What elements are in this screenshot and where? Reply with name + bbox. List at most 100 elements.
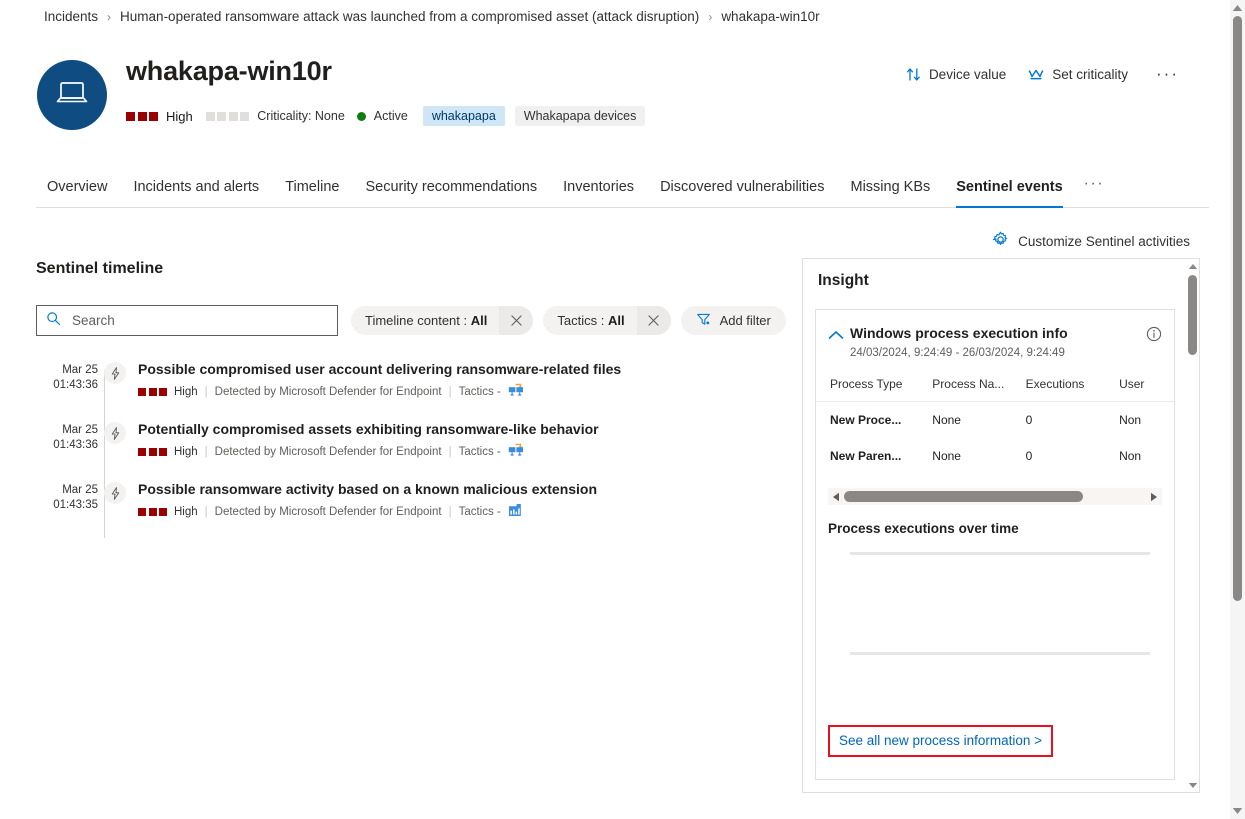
severity-indicator	[138, 507, 167, 516]
timeline-event-row[interactable]: Mar 25 01:43:35 Possible ransomware acti…	[36, 478, 776, 538]
table-horizontal-scrollbar[interactable]	[828, 488, 1162, 505]
lateral-movement-icon[interactable]	[508, 383, 524, 400]
timeline-event-severity: High	[174, 385, 198, 398]
breadcrumb: Incidents › Human-operated ransomware at…	[44, 9, 820, 24]
vscroll-thumb[interactable]	[1188, 275, 1197, 355]
page-scroll-track[interactable]	[1230, 16, 1245, 803]
filter-pill-timeline-content[interactable]: Timeline content : All	[351, 306, 534, 335]
breadcrumb-item-device[interactable]: whakapa-win10r	[721, 9, 819, 24]
timeline-event-body: Possible compromised user account delive…	[132, 358, 621, 418]
set-criticality-button[interactable]: Set criticality	[1028, 67, 1128, 82]
timeline-event-headline[interactable]: Possible compromised user account delive…	[138, 360, 621, 378]
breadcrumb-item-incident[interactable]: Human-operated ransomware attack was lau…	[120, 9, 699, 24]
divider: |	[204, 385, 208, 398]
table-col-user[interactable]: User	[1105, 373, 1174, 402]
timeline-event-timestamp: Mar 25 01:43:36	[53, 364, 98, 391]
search-box[interactable]	[36, 305, 338, 336]
tab-overflow-icon[interactable]: ···	[1084, 175, 1104, 207]
chevron-up-icon[interactable]	[828, 324, 850, 345]
cell-user: Non	[1119, 449, 1142, 463]
timeline-event-tactics-label: Tactics -	[458, 505, 501, 518]
add-filter-label: Add filter	[719, 313, 771, 328]
device-value-button[interactable]: Device value	[906, 67, 1006, 82]
device-page: Incidents › Human-operated ransomware at…	[0, 0, 1245, 819]
table-col-process-name[interactable]: Process Na...	[918, 373, 1012, 402]
caret-down-icon[interactable]	[1232, 803, 1243, 819]
insight-card: Windows process execution info 24/03/202…	[815, 309, 1175, 780]
table-col-process-type[interactable]: Process Type	[816, 373, 919, 402]
close-icon[interactable]	[499, 306, 534, 335]
timeline-event-source: Detected by Microsoft Defender for Endpo…	[214, 385, 442, 398]
lightning-bolt-icon	[104, 422, 126, 444]
timeline-event-timestamp: Mar 25 01:43:36	[53, 424, 98, 451]
caret-left-icon[interactable]	[828, 492, 844, 502]
cell-executions: 0	[1025, 449, 1033, 463]
see-all-new-process-information-link[interactable]: See all new process information >	[839, 733, 1042, 748]
more-ellipsis-icon[interactable]: ···	[1150, 64, 1179, 84]
device-avatar	[37, 60, 107, 130]
info-icon[interactable]	[1146, 324, 1162, 347]
cell-process-name: None	[932, 449, 961, 463]
page-scroll-thumb[interactable]	[1233, 16, 1242, 601]
tab-security-recommendations[interactable]: Security recommendations	[352, 179, 550, 207]
timeline-node	[98, 358, 132, 418]
tab-sentinel-events[interactable]: Sentinel events	[943, 179, 1075, 208]
search-input[interactable]	[70, 312, 328, 329]
filter-pill-tactics[interactable]: Tactics : All	[543, 306, 671, 335]
table-col-executions[interactable]: Executions	[1011, 373, 1106, 402]
add-filter-button[interactable]: Add filter	[680, 306, 786, 335]
timeline-event-source: Detected by Microsoft Defender for Endpo…	[214, 445, 442, 458]
tab-incidents-and-alerts[interactable]: Incidents and alerts	[120, 179, 272, 207]
tag-primary[interactable]: whakapapa	[422, 106, 505, 126]
insight-card-header: Windows process execution info 24/03/202…	[816, 310, 1174, 359]
table-header-row: Process Type Process Na... Executions Us…	[816, 373, 1174, 402]
table-row[interactable]: New Paren... None 0 Non	[816, 438, 1174, 474]
insight-panel: Insight Windows process execution info 2…	[802, 258, 1200, 793]
filter-icon	[696, 312, 711, 330]
tag-secondary[interactable]: Whakapapa devices	[514, 106, 646, 126]
caret-down-icon[interactable]	[1188, 778, 1198, 792]
breadcrumb-separator-icon: ›	[708, 9, 713, 24]
page-title: whakapa-win10r	[126, 56, 332, 86]
timeline-event-row[interactable]: Mar 25 01:43:36 Potentially compromised …	[36, 418, 776, 478]
timeline-event-row[interactable]: Mar 25 01:43:36 Possible compromised use…	[36, 358, 776, 418]
tab-timeline[interactable]: Timeline	[272, 179, 352, 207]
divider: |	[204, 505, 208, 518]
tab-inventories[interactable]: Inventories	[550, 179, 647, 207]
tab-discovered-vulnerabilities[interactable]: Discovered vulnerabilities	[647, 179, 837, 207]
timeline-event-meta: High | Detected by Microsoft Defender fo…	[138, 383, 621, 400]
timeline-event-body: Potentially compromised assets exhibitin…	[132, 418, 599, 478]
timeline-event-headline[interactable]: Potentially compromised assets exhibitin…	[138, 420, 599, 438]
table-row[interactable]: New Proce... None 0 Non	[816, 402, 1174, 439]
vscroll-track[interactable]	[1186, 273, 1199, 778]
see-all-highlight-box: See all new process information >	[828, 725, 1053, 757]
timeline-list: Mar 25 01:43:36 Possible compromised use…	[36, 358, 776, 538]
severity-indicator	[138, 387, 167, 396]
close-icon[interactable]	[636, 306, 671, 335]
timeline-event-headline[interactable]: Possible ransomware activity based on a …	[138, 480, 597, 498]
crown-icon	[1028, 67, 1044, 82]
lateral-movement-icon[interactable]	[508, 443, 524, 460]
timeline-node	[98, 478, 132, 538]
caret-right-icon[interactable]	[1146, 492, 1162, 502]
insight-panel-title: Insight	[818, 272, 869, 289]
insight-panel-scrollbar[interactable]	[1186, 259, 1199, 792]
hscroll-thumb[interactable]	[844, 491, 1083, 502]
caret-up-icon[interactable]	[1232, 0, 1243, 16]
sentinel-timeline-title: Sentinel timeline	[36, 260, 164, 277]
severity-label: High	[166, 108, 193, 124]
page-scrollbar[interactable]	[1230, 0, 1245, 819]
command-bar: Device value Set criticality ···	[906, 64, 1179, 84]
hscroll-track[interactable]	[844, 488, 1146, 505]
customize-sentinel-activities-button[interactable]: Customize Sentinel activities	[992, 231, 1190, 251]
criticality-indicator	[205, 111, 250, 121]
tab-overview[interactable]: Overview	[36, 179, 120, 207]
timeline-event-source: Detected by Microsoft Defender for Endpo…	[214, 505, 442, 518]
process-executions-chart	[828, 548, 1162, 658]
process-table: Process Type Process Na... Executions Us…	[816, 373, 1174, 474]
caret-up-icon[interactable]	[1188, 259, 1198, 273]
impact-icon[interactable]	[508, 503, 523, 520]
tab-missing-kbs[interactable]: Missing KBs	[837, 179, 943, 207]
sort-arrows-icon	[906, 67, 921, 82]
breadcrumb-item-incidents[interactable]: Incidents	[44, 9, 98, 24]
